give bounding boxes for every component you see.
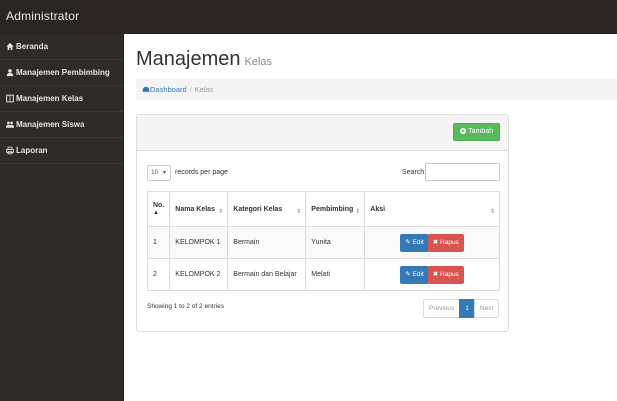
cell-no: 2 [146,258,171,291]
plus-circle-icon [460,127,467,134]
dashboard-icon [142,86,150,92]
pagination: Previous 1 Next [423,299,500,318]
breadcrumb-current: Kelas [194,85,214,94]
search-label: Search: [402,169,427,176]
app-title[interactable]: Administrator [6,9,79,23]
edit-button[interactable]: ✎ Edit [400,233,429,252]
sidebar-item-label: Beranda [16,42,49,51]
col-kategori-kelas-label: Kategori Kelas [233,205,283,213]
col-aksi[interactable]: Aksi ⇕ [364,191,500,227]
records-per-page-label: records per page [175,169,228,176]
sidebar-item-beranda[interactable]: Beranda [0,34,124,60]
edit-button-label: Edit [412,238,424,246]
hapus-button-label: Hapus [440,238,459,246]
sort-icon: ⇕ [489,209,495,215]
breadcrumb-dashboard-label: Dashboard [150,85,187,94]
pagination-previous[interactable]: Previous [423,299,461,318]
sort-icon: ⇕ [218,209,224,215]
user-icon [6,69,14,77]
table-header-row: No. ▲ Nama Kelas ⇕ Kategori Kelas ⇕ Pembim… [146,191,500,227]
sidebar-item-manajemen-kelas[interactable]: Manajemen Kelas [0,86,124,112]
search-input[interactable] [425,163,500,181]
sidebar-item-label: Manajemen Siswa [16,120,85,129]
pagination-page-1[interactable]: 1 [459,299,475,318]
table-info: Showing 1 to 2 of 2 entries [147,303,224,310]
cell-kategori: Bermain dan Belajar [227,258,307,291]
col-kategori-kelas[interactable]: Kategori Kelas ⇕ [227,191,307,227]
kelas-panel: Tambah 10 ▼ records per page Search: No.… [136,114,509,332]
col-nama-kelas-label: Nama Kelas [175,205,215,213]
tambah-button-label: Tambah [468,128,493,135]
hapus-button[interactable]: ✖ Hapus [427,265,464,284]
sidebar-item-label: Manajemen Pembimbing [16,68,110,77]
sidebar-item-laporan[interactable]: Laporan [0,138,124,164]
sidebar-item-manajemen-siswa[interactable]: Manajemen Siswa [0,112,124,138]
records-per-page-value: 10 [151,169,159,176]
kelas-table: No. ▲ Nama Kelas ⇕ Kategori Kelas ⇕ Pembim… [146,191,500,291]
top-navbar: Administrator [0,0,617,34]
caret-down-icon: ▼ [162,170,167,176]
print-icon [6,146,14,155]
cell-kategori: Bermain [227,226,307,259]
records-per-page-select[interactable]: 10 ▼ [147,165,171,181]
cell-no: 1 [146,226,171,259]
hapus-button-label: Hapus [440,270,459,278]
cell-nama-kelas: KELOMPOK 2 [169,258,229,291]
cell-nama-kelas: KELOMPOK 1 [169,226,229,259]
page-title: Manajemen Kelas [136,48,272,71]
users-icon [6,121,14,128]
col-aksi-label: Aksi [370,205,386,213]
delete-icon: ✖ [432,238,439,246]
col-pembimbing[interactable]: Pembimbing ⇕ [305,191,366,227]
cell-pembimbing: Melati [305,258,366,291]
breadcrumb-dashboard-link[interactable]: Dashboard [142,85,187,94]
breadcrumb-separator: / [189,85,192,94]
cell-aksi: ✎ Edit ✖ Hapus [364,226,500,259]
sidebar-item-label: Laporan [16,146,48,155]
col-no[interactable]: No. ▲ [146,191,171,227]
columns-icon [6,94,14,103]
tambah-button[interactable]: Tambah [453,123,500,141]
sort-asc-icon: ▲ [153,210,159,216]
edit-icon: ✎ [405,270,411,278]
sidebar-item-manajemen-pembimbing[interactable]: Manajemen Pembimbing [0,60,124,86]
page-title-text: Manajemen [136,48,241,70]
sort-icon: ⇕ [355,209,361,215]
table-row: 2 KELOMPOK 2 Bermain dan Belajar Melati … [146,258,500,291]
hapus-button[interactable]: ✖ Hapus [427,233,464,252]
col-no-label: No. [153,202,165,209]
delete-icon: ✖ [432,270,439,278]
edit-button-label: Edit [412,270,424,278]
page-subtitle: Kelas [244,56,273,68]
cell-aksi: ✎ Edit ✖ Hapus [364,258,500,291]
breadcrumb: Dashboard / Kelas [136,79,617,100]
col-pembimbing-label: Pembimbing [311,205,354,213]
main-content: Manajemen Kelas Dashboard / Kelas Tambah 10… [124,34,617,401]
sort-icon: ⇕ [296,209,302,215]
edit-icon: ✎ [405,238,411,246]
sidebar: Beranda Manajemen Pembimbing Manajemen K… [0,34,124,401]
panel-header: Tambah [137,115,508,151]
col-nama-kelas[interactable]: Nama Kelas ⇕ [169,191,229,227]
sidebar-item-label: Manajemen Kelas [16,94,84,103]
pagination-next[interactable]: Next [473,299,500,318]
home-icon [6,42,14,51]
cell-pembimbing: Yunita [305,226,366,259]
table-row: 1 KELOMPOK 1 Bermain Yunita ✎ Edit ✖ Hapu… [146,226,500,259]
edit-button[interactable]: ✎ Edit [400,265,429,284]
